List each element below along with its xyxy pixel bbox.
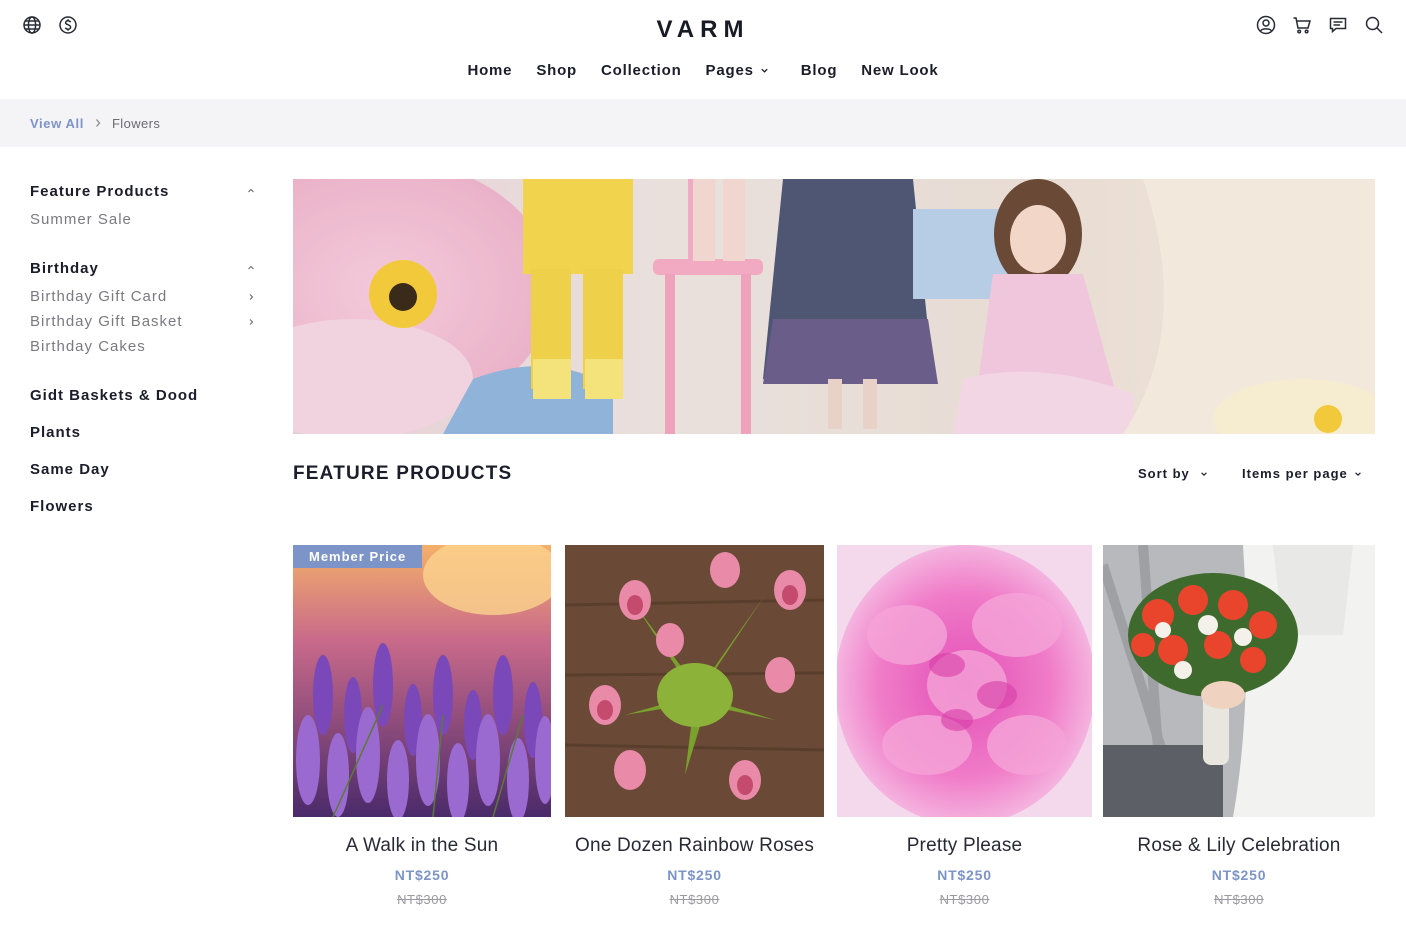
search-icon[interactable] xyxy=(1364,14,1384,36)
sidebar-item-label: Summer Sale xyxy=(30,211,132,228)
product-old-price: NT$300 xyxy=(939,892,990,907)
product-card[interactable]: Rose & Lily Celebration NT$250 NT$300 xyxy=(1103,545,1375,907)
nav-collection-label: Collection xyxy=(601,62,682,79)
chevron-up-icon xyxy=(248,265,254,270)
product-price: NT$250 xyxy=(1211,867,1267,883)
breadcrumb: View All Flowers xyxy=(0,99,1406,147)
product-image-lavender[interactable]: Member Price xyxy=(293,545,551,817)
sidebar-item-summer-sale[interactable]: Summer Sale xyxy=(30,207,258,232)
product-price: NT$250 xyxy=(667,867,722,883)
product-name[interactable]: A Walk in the Sun xyxy=(293,835,551,857)
message-icon[interactable] xyxy=(1328,14,1348,36)
sidebar-group-birthday: Birthday Birthday Gift Card Birthday Gif… xyxy=(30,258,258,359)
product-price: NT$250 xyxy=(394,867,450,883)
site-logo[interactable]: VARM xyxy=(0,16,1406,44)
chevron-up-icon xyxy=(248,188,254,193)
nav-new-look-label: New Look xyxy=(861,62,939,79)
product-image-tulips[interactable] xyxy=(565,545,824,817)
sidebar-item-birthday-cakes[interactable]: Birthday Cakes xyxy=(30,334,258,359)
nav-pages-label: Pages xyxy=(705,62,754,79)
product-image-peony[interactable] xyxy=(837,545,1092,817)
nav-pages[interactable]: Pages xyxy=(706,62,769,79)
product-card[interactable]: One Dozen Rainbow Roses NT$250 NT$300 xyxy=(565,545,824,907)
sidebar-group-feature-products: Feature Products Summer Sale xyxy=(30,181,258,232)
product-card[interactable]: Pretty Please NT$250 NT$300 xyxy=(837,545,1092,907)
chevron-right-icon xyxy=(95,119,101,127)
main-nav: Home Shop Collection Pages Blog New Look xyxy=(0,62,1406,79)
nav-new-look[interactable]: New Look xyxy=(861,62,938,79)
sidebar-group-header[interactable]: Birthday xyxy=(30,258,258,278)
product-name[interactable]: Rose & Lily Celebration xyxy=(1103,835,1375,857)
sidebar-item-plants[interactable]: Plants xyxy=(30,414,258,451)
chevron-right-icon xyxy=(249,318,254,325)
sidebar-item-same-day[interactable]: Same Day xyxy=(30,451,258,488)
chevron-right-icon xyxy=(249,293,254,300)
sidebar-group-header[interactable]: Feature Products xyxy=(30,181,258,201)
sidebar-group-label: Feature Products xyxy=(30,182,170,200)
nav-home-label: Home xyxy=(467,62,513,79)
account-icon[interactable] xyxy=(1256,14,1276,36)
nav-home[interactable]: Home xyxy=(467,62,512,79)
product-old-price: NT$300 xyxy=(669,892,720,907)
sidebar-item-birthday-gift-basket[interactable]: Birthday Gift Basket xyxy=(30,309,258,334)
sidebar-item-flowers[interactable]: Flowers xyxy=(30,488,258,525)
sort-by-label: Sort by xyxy=(1138,466,1190,481)
sidebar-item-label: Birthday Cakes xyxy=(30,338,146,355)
breadcrumb-current: Flowers xyxy=(111,115,161,131)
product-name[interactable]: One Dozen Rainbow Roses xyxy=(565,835,824,857)
section-title: FEATURE PRODUCTS xyxy=(293,463,513,484)
breadcrumb-view-all[interactable]: View All xyxy=(30,116,84,131)
items-per-page-label: Items per page xyxy=(1242,466,1348,481)
product-price: NT$250 xyxy=(937,867,992,883)
sidebar-item-label: Birthday Gift Card xyxy=(30,288,168,305)
chevron-down-icon xyxy=(1354,471,1361,476)
product-image-bouquet[interactable] xyxy=(1103,545,1375,817)
sort-by-dropdown[interactable]: Sort by xyxy=(1138,466,1208,481)
chevron-down-icon xyxy=(761,68,768,73)
site-header: VARM Home Shop Collection Pages Blog New… xyxy=(0,0,1406,99)
sidebar-group-label: Birthday xyxy=(30,259,99,277)
product-name[interactable]: Pretty Please xyxy=(837,835,1092,857)
nav-collection[interactable]: Collection xyxy=(601,62,682,79)
sidebar-item-birthday-gift-card[interactable]: Birthday Gift Card xyxy=(30,284,258,309)
product-card[interactable]: Member Price A Walk in the Sun NT$250 NT… xyxy=(293,545,551,907)
member-price-badge: Member Price xyxy=(293,545,423,568)
nav-blog-label: Blog xyxy=(800,62,838,79)
items-per-page-dropdown[interactable]: Items per page xyxy=(1242,466,1362,481)
hero-banner-image xyxy=(293,179,1375,434)
sidebar-item-gift-baskets[interactable]: Gidt Baskets & Dood xyxy=(30,377,258,414)
sidebar-item-label: Birthday Gift Basket xyxy=(30,313,183,330)
nav-shop[interactable]: Shop xyxy=(536,62,577,79)
cart-icon[interactable] xyxy=(1292,14,1312,36)
product-old-price: NT$300 xyxy=(1214,892,1264,907)
nav-shop-label: Shop xyxy=(536,62,578,79)
nav-blog[interactable]: Blog xyxy=(801,62,838,79)
header-right-tools xyxy=(1256,14,1384,36)
product-old-price: NT$300 xyxy=(397,892,447,907)
chevron-down-icon xyxy=(1201,471,1207,476)
category-sidebar: Feature Products Summer Sale Birthday Bi… xyxy=(30,181,258,525)
